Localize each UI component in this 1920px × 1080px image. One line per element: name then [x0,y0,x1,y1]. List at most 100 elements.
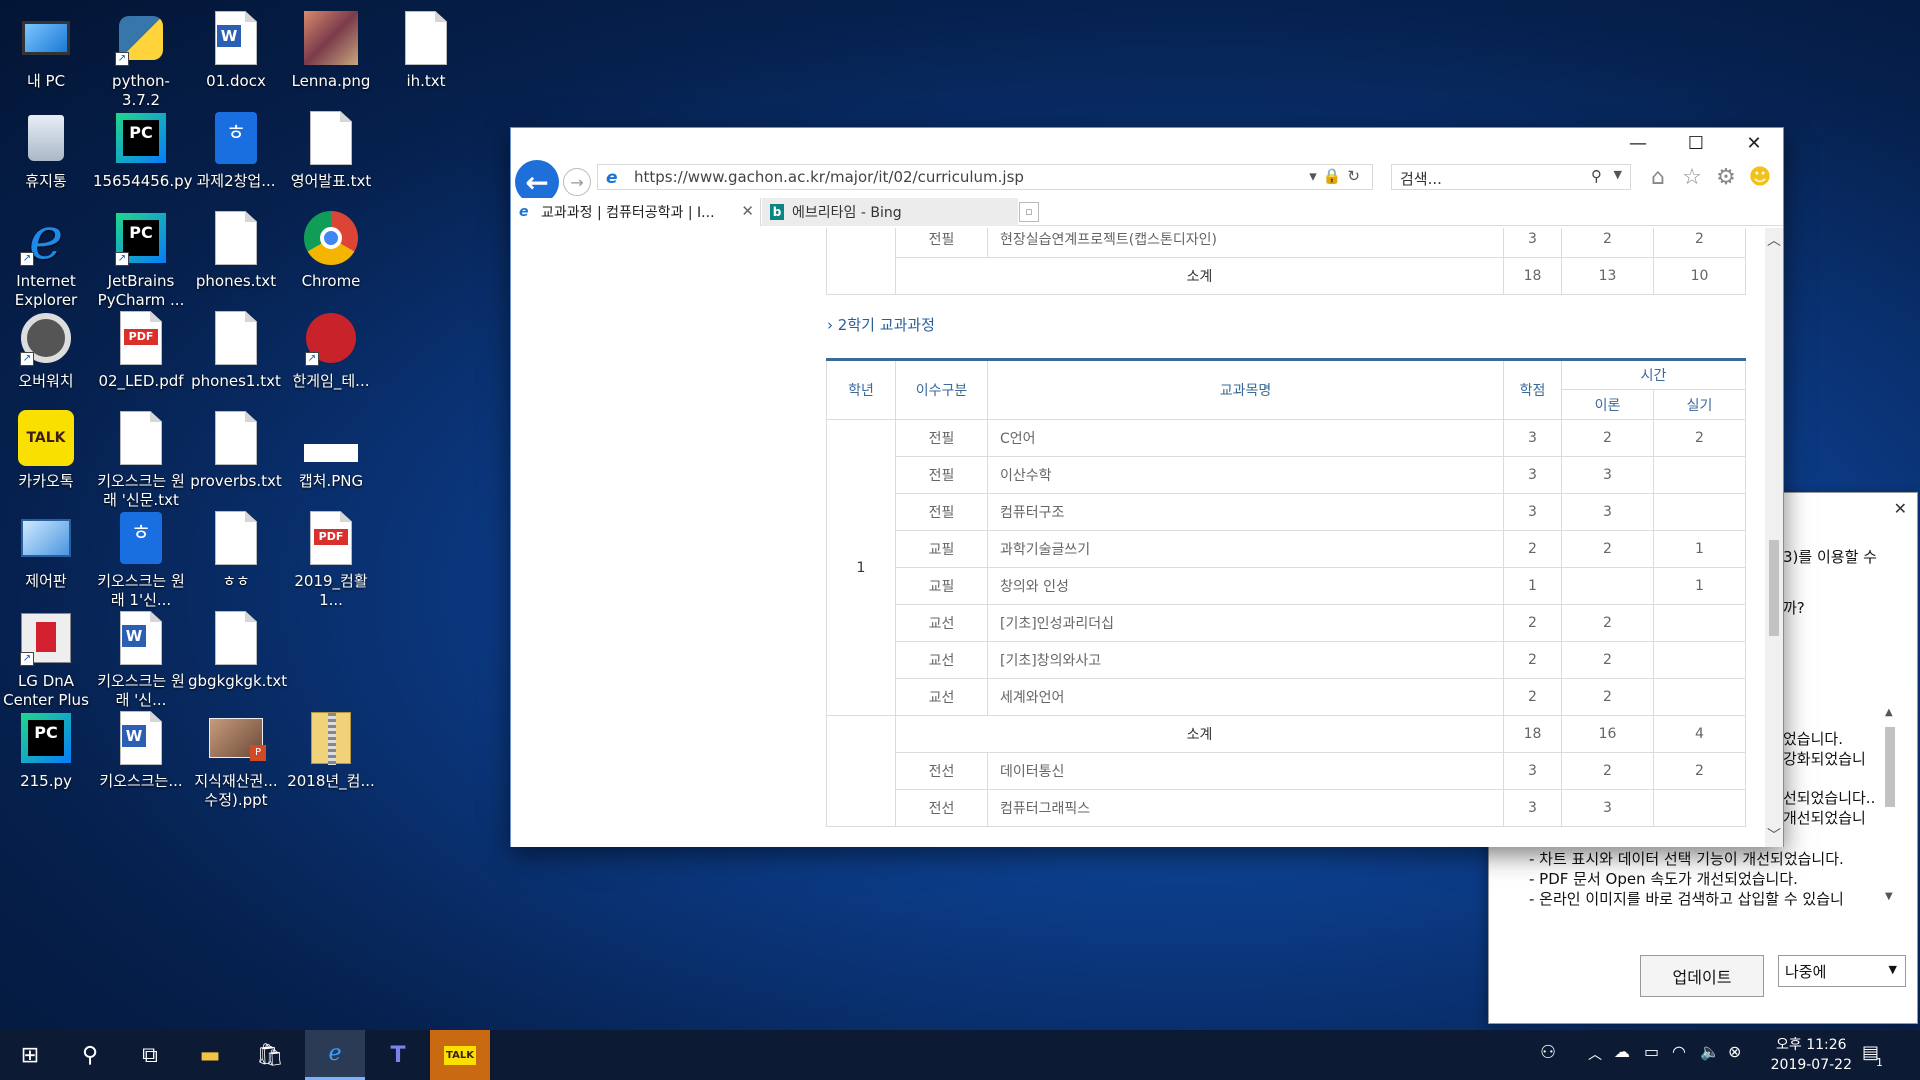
zip-folder-icon [303,708,359,768]
favorites-star-icon[interactable]: ☆ [1679,165,1705,190]
popup-scrollbar[interactable]: ▲ ▼ [1882,707,1898,907]
text-file-icon [303,108,359,168]
computer-icon [18,8,74,68]
table-row: 전필 현장실습연계프로젝트(캡스톤디자인) 3 2 2 [826,228,1746,258]
internet-explorer-icon: e [328,1041,342,1066]
text-file-icon [398,8,454,68]
desktop-icon-ih-txt[interactable]: ih.txt [380,0,472,120]
new-tab-button[interactable]: ▫ [1019,202,1039,222]
pycharm-icon: PC ↗ [113,208,169,268]
scroll-down-icon[interactable]: ﹀ [1767,825,1781,845]
desktop-icon-215-py[interactable]: PC 215.py [0,700,92,820]
text-file-icon [208,508,264,568]
kakaotalk-icon: TALK [18,408,74,468]
onedrive-icon[interactable]: ☁ [1614,1042,1630,1061]
image-file-icon [303,8,359,68]
teams-taskbar-button[interactable]: T [368,1030,428,1080]
pycharm-file-icon: PC [18,708,74,768]
close-tab-icon[interactable]: ✕ [741,202,754,220]
word-file-icon: W [113,608,169,668]
kakaotalk-taskbar-button[interactable]: TALK [430,1030,490,1080]
tab-label: 에브리타임 - Bing [792,205,902,221]
ie-page-icon: e [606,168,618,188]
chevron-down-icon: ▼ [1888,963,1897,976]
table-row: 전선 컴퓨터그래픽스 3 3 [826,789,1746,827]
word-file-icon: W [113,708,169,768]
search-input[interactable]: 검색... ⚲ ▼ [1391,164,1631,190]
text-file-icon [208,208,264,268]
table-row: 교필 과학기술글쓰기 2 2 1 [827,530,1746,568]
table-row: 전필 이산수학 3 3 [827,456,1746,494]
desktop-icon-kiosk-docx-2[interactable]: W 키오스크는... [95,700,187,820]
table-row: 교선 [기초]인성과리더십 2 2 [827,604,1746,642]
smiley-feedback-icon[interactable]: ☻ [1747,165,1773,190]
maximize-button[interactable]: ☐ [1667,128,1725,158]
kakaotalk-icon: TALK [444,1045,476,1065]
chevron-right-icon: › [827,316,833,334]
close-button[interactable]: ✕ [1725,128,1783,158]
page-content: 전필 현장실습연계프로젝트(캡스톤디자인) 3 2 2 소계 18 13 10 … [511,228,1767,847]
table-row: 교선 [기초]창의와사고 2 2 [827,641,1746,679]
powerpoint-file-icon: P [208,708,266,768]
clock-time: 오후 11:26 [1776,1037,1847,1053]
update-button[interactable]: 업데이트 [1640,955,1764,997]
desktop-icon-2018-zip[interactable]: 2018년_컴... [285,700,377,820]
scroll-up-icon[interactable]: ︿ [1767,230,1781,250]
tab-curriculum[interactable]: e 교과과정 | 컴퓨터공학과 | I... ✕ [511,198,761,226]
ie-page-icon: e [519,204,529,220]
popup-text: - 차트 표시와 데이터 선택 기능이 개선되었습니다. [1529,850,1844,868]
python-installer-icon: ↗ [113,8,169,68]
url-text: https://www.gachon.ac.kr/major/it/02/cur… [634,168,1024,186]
desktop-icon-2019-pdf[interactable]: PDF 2019_컴활1... [285,500,377,620]
people-icon[interactable]: ⚇ [1540,1042,1556,1063]
later-select[interactable]: 나중에 ▼ [1778,955,1906,987]
scroll-down-icon[interactable]: ▼ [1885,891,1893,902]
search-button[interactable]: ⚲ [60,1030,120,1080]
table-row: 교선 세계와언어 2 2 [827,678,1746,716]
task-view-button[interactable]: ⧉ [120,1030,180,1080]
bing-icon: b [770,204,784,220]
notification-count: 1 [1876,1056,1883,1069]
scroll-up-icon[interactable]: ▲ [1885,707,1893,718]
internet-explorer-icon: e ↗ [18,208,74,268]
address-bar[interactable]: e https://www.gachon.ac.kr/major/it/02/c… [597,164,1373,190]
address-tools-icon[interactable]: ▾🔒↻ [1309,167,1366,185]
table-row: 교필 창의와 인성 1 1 [827,567,1746,605]
scroll-thumb[interactable] [1885,727,1895,807]
ie-taskbar-button[interactable]: e [305,1030,365,1080]
subtotal-row: 소계 18 13 10 [826,257,1746,295]
hangame-icon: ↗ [303,308,359,368]
volume-icon[interactable]: 🔈 [1700,1042,1720,1061]
popup-text: 선되었습니다.. [1783,789,1876,807]
ie-browser-window: — ☐ ✕ ← → e https://www.gachon.ac.kr/maj… [510,127,1784,847]
title-bar: — ☐ ✕ [511,128,1783,158]
gear-icon[interactable]: ⚙ [1713,165,1739,190]
desktop-icon-ppt[interactable]: P 지식재산권... 수정).ppt [190,700,282,820]
page-scrollbar[interactable]: ︿ ﹀ [1765,228,1783,847]
popup-text: 3)를 이용할 수 [1783,548,1877,566]
file-explorer-button[interactable]: ▬ [180,1030,240,1080]
popup-text: - PDF 문서 Open 속도가 개선되었습니다. [1529,870,1798,888]
popup-text: 까? [1783,599,1805,617]
wifi-icon[interactable]: ◠ [1672,1042,1686,1061]
popup-text: - 온라인 이미지를 바로 검색하고 삽입할 수 있습니 [1529,890,1844,908]
forward-button[interactable]: → [563,168,591,196]
ime-icon[interactable]: ⊗ [1728,1042,1741,1061]
home-icon[interactable]: ⌂ [1645,165,1671,190]
search-icon[interactable]: ⚲ [1591,167,1602,185]
start-button[interactable]: ⊞ [0,1030,60,1080]
chevron-down-icon[interactable]: ▼ [1614,168,1622,181]
battery-icon[interactable]: ▭ [1644,1042,1659,1061]
store-button[interactable]: 🛍 [240,1030,300,1080]
control-panel-icon [18,508,74,568]
text-file-icon [208,408,264,468]
clock[interactable]: 오후 11:26 2019-07-22 [1771,1035,1852,1075]
tab-bing[interactable]: b 에브리타임 - Bing [762,198,1018,226]
minimize-button[interactable]: — [1609,128,1667,158]
chevron-up-icon[interactable]: ︿ [1588,1044,1602,1064]
recycle-bin-icon [18,108,74,168]
scroll-thumb[interactable] [1769,540,1779,636]
section-title: › 2학기 교과과정 [827,316,935,334]
later-select-value: 나중에 [1785,963,1827,981]
close-icon[interactable]: ✕ [1894,499,1907,518]
